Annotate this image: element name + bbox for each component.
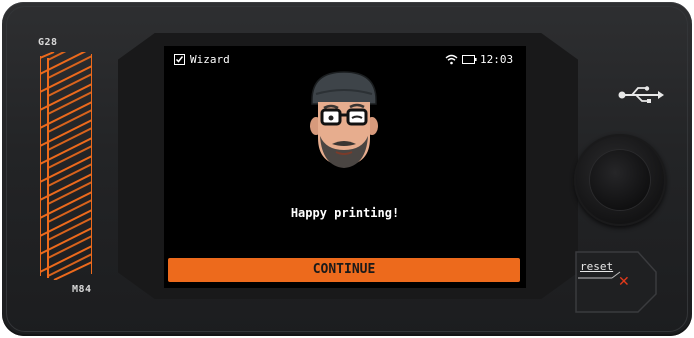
usb-icon [618,86,664,103]
knob-center[interactable] [590,150,650,210]
wifi-icon [445,54,458,65]
happy-printing-message: Happy printing! [290,206,400,220]
clock-time: 12:03 [480,53,514,66]
reset-button-shape [575,251,657,313]
reset-label: reset [580,260,614,273]
rotary-knob[interactable] [574,134,666,226]
reset-button[interactable]: reset ✕ [572,248,658,314]
g28-label: G28 [38,37,58,48]
wizard-title: Wizard [190,53,230,66]
checkbox-icon [174,54,185,65]
orange-stripes-decoration [40,52,92,280]
continue-button[interactable]: CONTINUE [168,258,520,282]
m84-label: M84 [72,284,92,295]
display-screen: Wizard 12:03 Happy printing! CONTINUE [164,46,526,288]
close-x-icon: ✕ [618,274,630,290]
battery-icon [462,55,477,64]
avatar-face-icon [310,71,378,168]
